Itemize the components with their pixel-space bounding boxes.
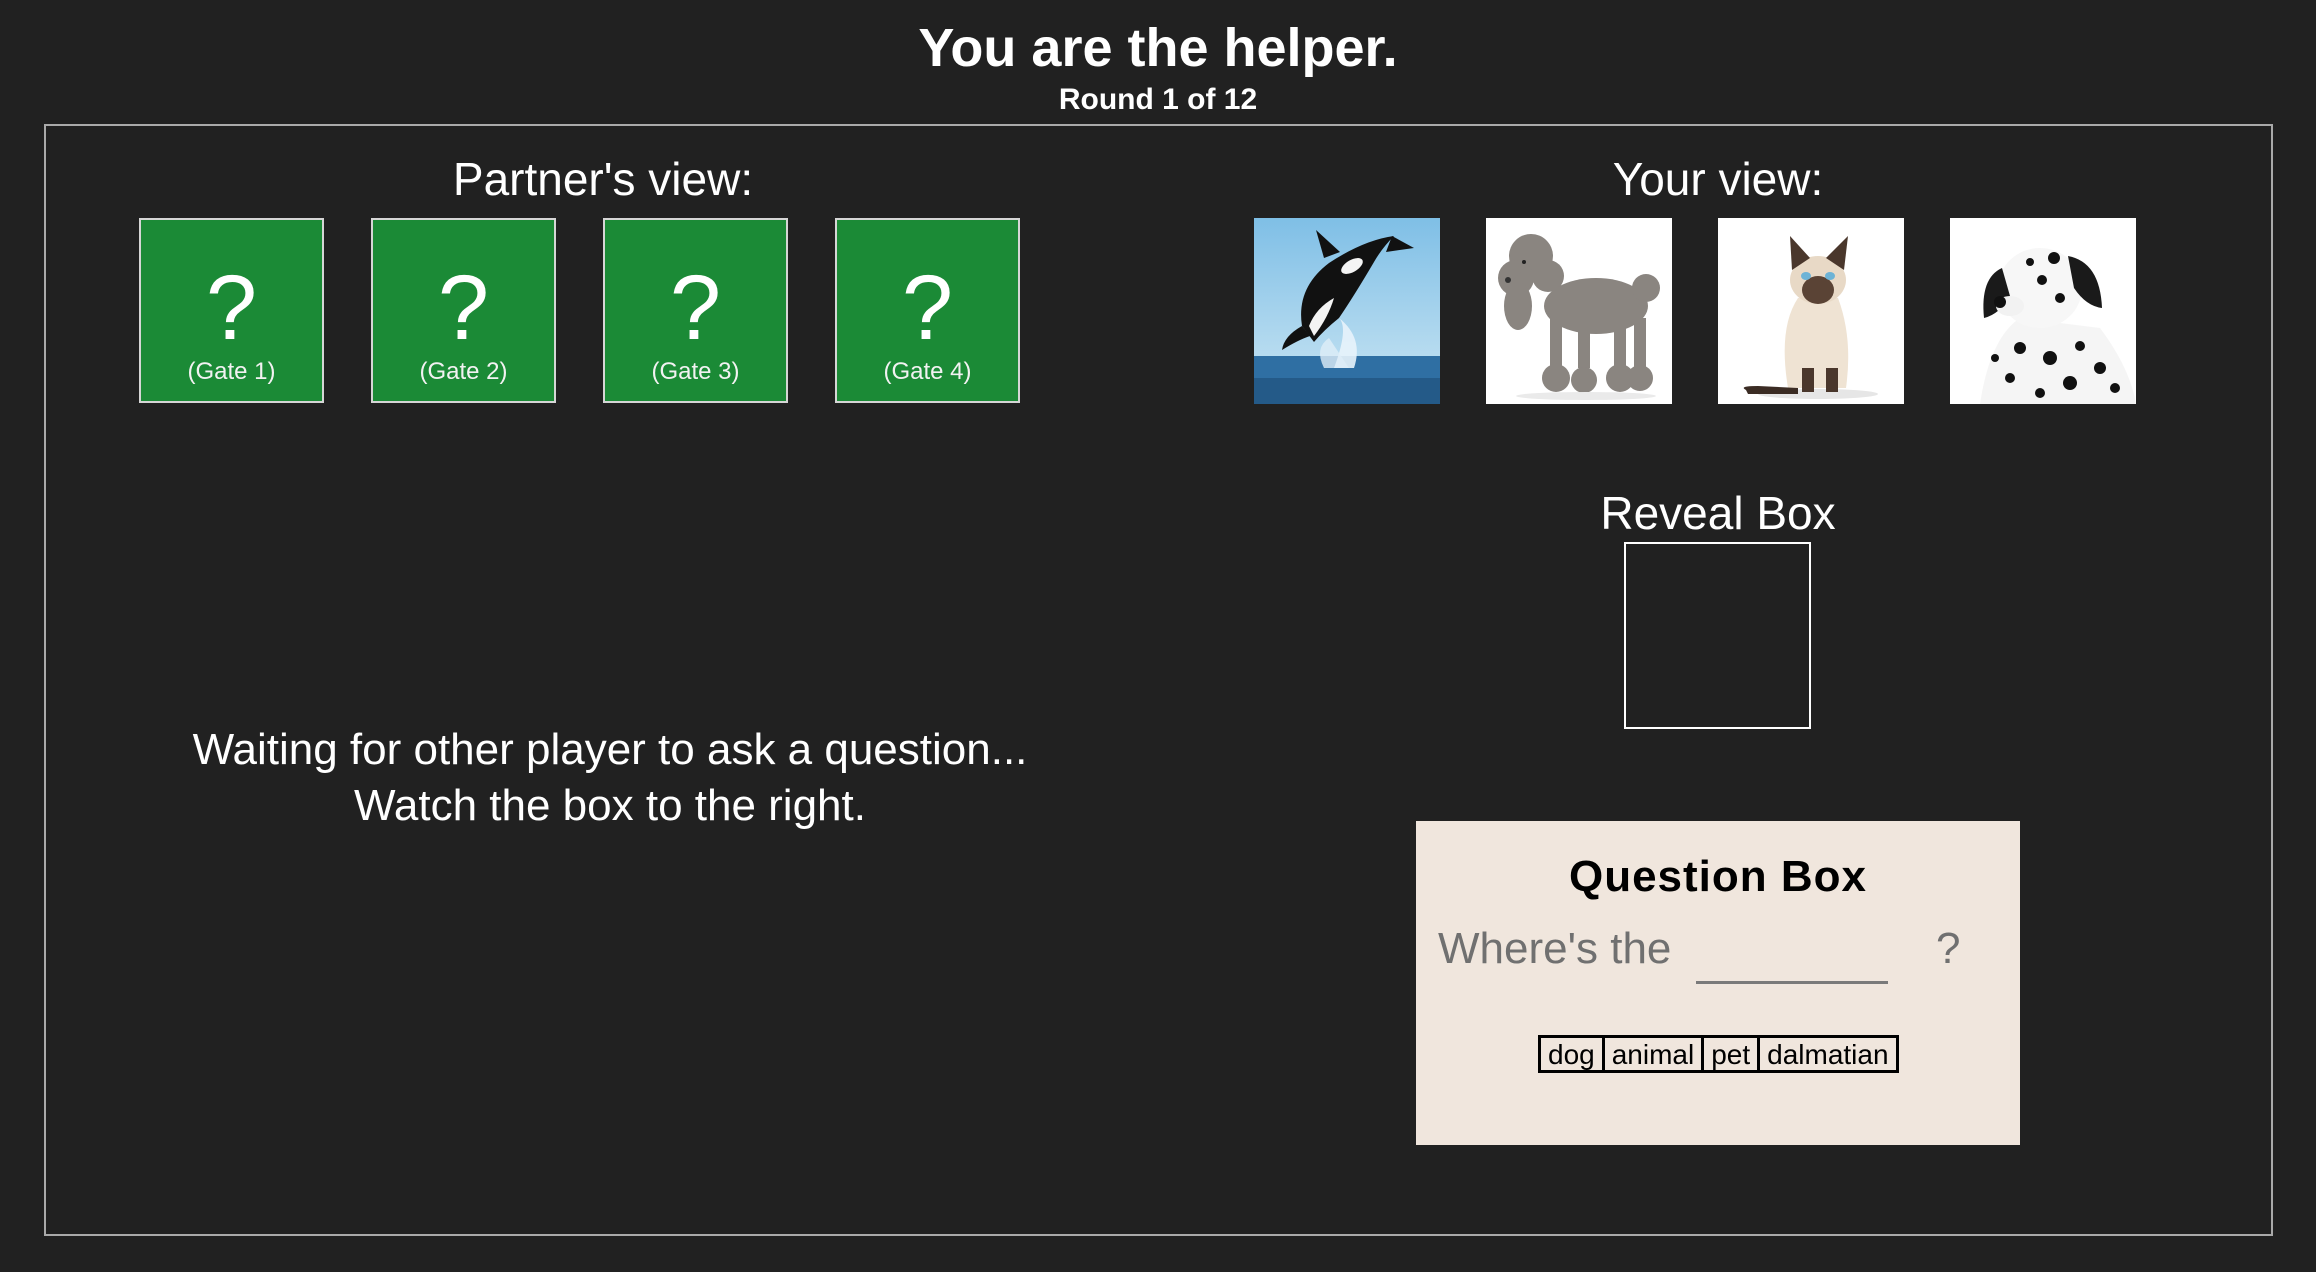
partner-view-heading: Partner's view: bbox=[452, 153, 754, 205]
question-mark-icon: ? bbox=[669, 257, 722, 359]
reveal-box bbox=[1624, 542, 1811, 729]
orca-image bbox=[1254, 218, 1440, 404]
gate-label: (Gate 4) bbox=[883, 358, 972, 385]
word-option-dog[interactable]: dog bbox=[1541, 1038, 1605, 1070]
word-options: dog animal pet dalmatian bbox=[1538, 1035, 1899, 1073]
question-mark-icon: ? bbox=[437, 257, 490, 359]
poodle-image bbox=[1486, 218, 1672, 404]
page-title: You are the helper. bbox=[918, 18, 1398, 78]
status-message: Waiting for other player to ask a questi… bbox=[110, 722, 1110, 834]
question-box: Question Box Where's the ? dog animal pe… bbox=[1416, 821, 2020, 1145]
status-line-1: Waiting for other player to ask a questi… bbox=[192, 725, 1028, 774]
question-blank[interactable] bbox=[1696, 981, 1888, 984]
word-option-dalmatian[interactable]: dalmatian bbox=[1760, 1038, 1895, 1070]
question-mark: ? bbox=[1936, 924, 1961, 973]
siamese-cat-image bbox=[1718, 218, 1904, 404]
question-mark-icon: ? bbox=[901, 257, 954, 359]
word-option-animal[interactable]: animal bbox=[1605, 1038, 1705, 1070]
question-mark-icon: ? bbox=[205, 257, 258, 359]
dalmatian-image bbox=[1950, 218, 2136, 404]
word-option-pet[interactable]: pet bbox=[1704, 1038, 1761, 1070]
question-box-title: Question Box bbox=[1568, 852, 1868, 901]
question-prompt: Where's the bbox=[1438, 924, 1672, 973]
gate-3-card: ? (Gate 3) bbox=[603, 218, 788, 403]
gate-2-card: ? (Gate 2) bbox=[371, 218, 556, 403]
gate-label: (Gate 1) bbox=[187, 358, 276, 385]
gate-4-card: ? (Gate 4) bbox=[835, 218, 1020, 403]
gate-1-card: ? (Gate 1) bbox=[139, 218, 324, 403]
reveal-box-heading: Reveal Box bbox=[1600, 487, 1836, 539]
gate-label: (Gate 2) bbox=[419, 358, 508, 385]
round-indicator: Round 1 of 12 bbox=[1058, 83, 1258, 116]
status-line-2: Watch the box to the right. bbox=[354, 781, 866, 830]
gate-label: (Gate 3) bbox=[651, 358, 740, 385]
your-view-heading: Your view: bbox=[1612, 153, 1824, 205]
